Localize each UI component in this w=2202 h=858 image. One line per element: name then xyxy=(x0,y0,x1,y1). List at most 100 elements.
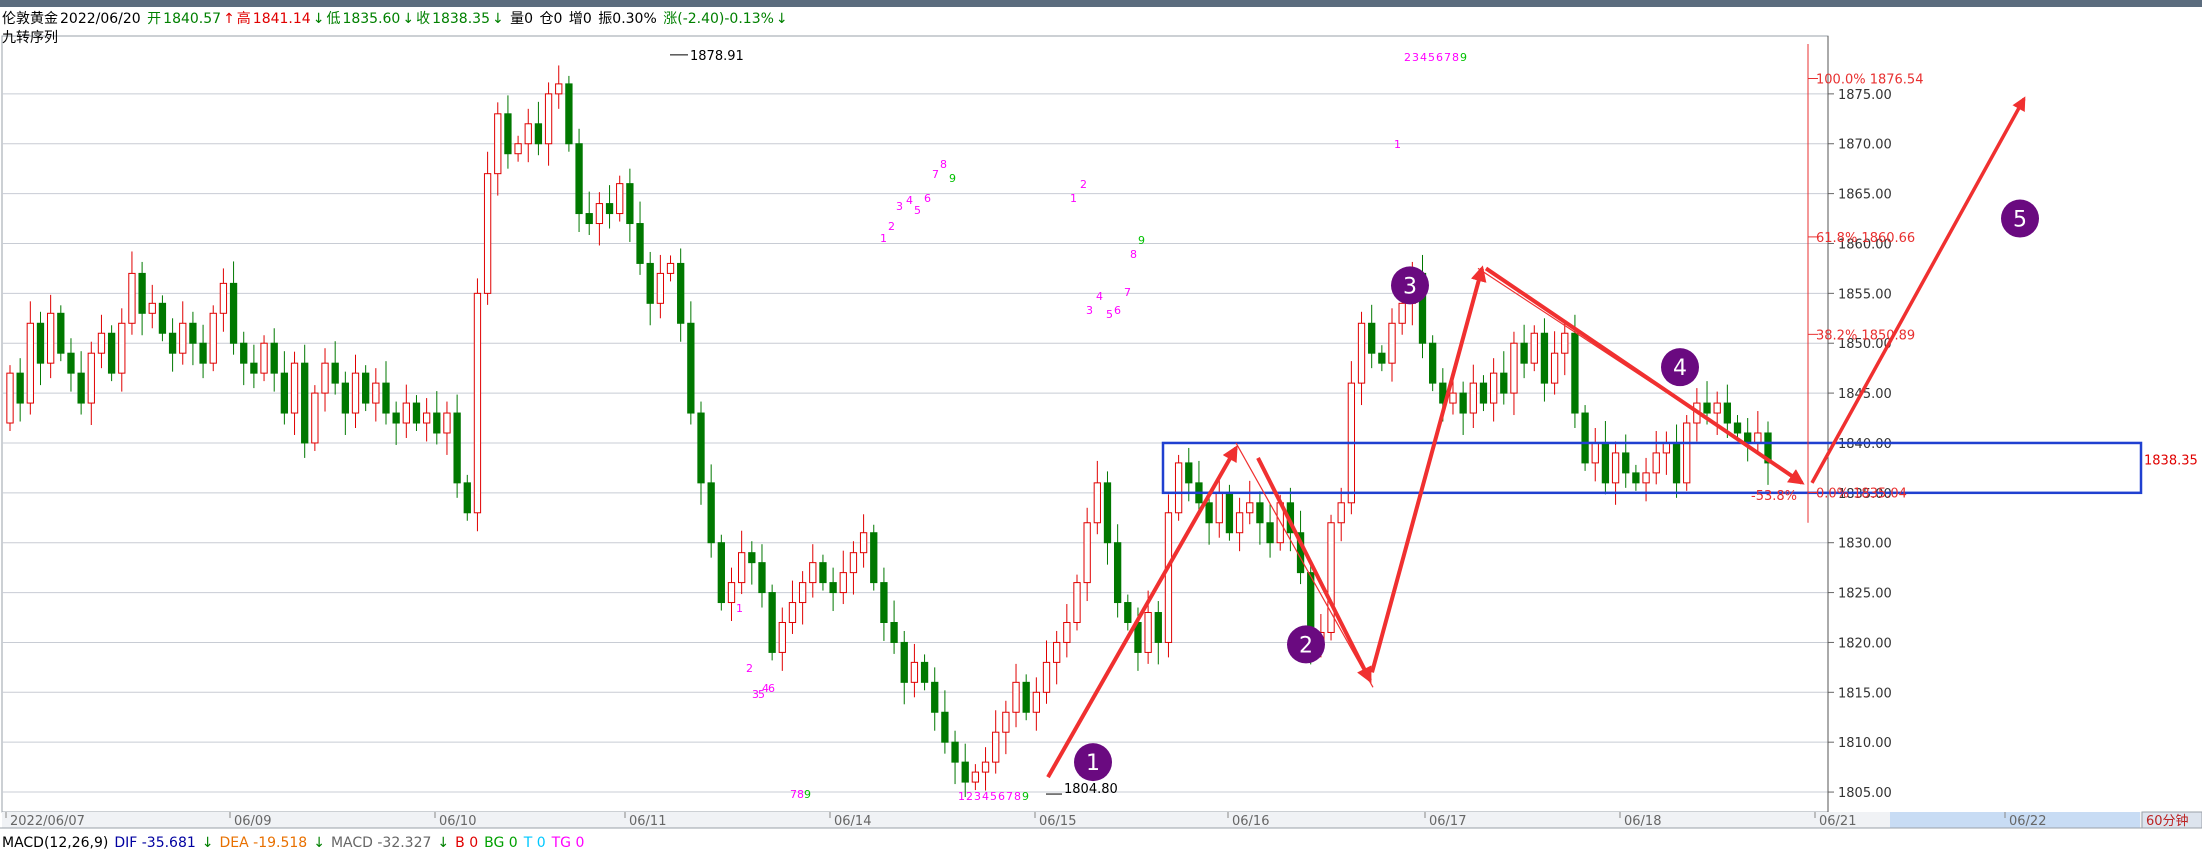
macd-dea-arrow: ↓ xyxy=(313,835,325,851)
y-tick-label: 1810.00 xyxy=(1838,736,1892,751)
candle-body xyxy=(636,223,644,264)
candle-body xyxy=(1429,342,1437,384)
candle-body xyxy=(138,272,146,314)
candle-body xyxy=(250,362,258,374)
candle-body xyxy=(311,392,319,444)
low-extreme-label: 1804.80 xyxy=(1064,782,1118,797)
candle-body xyxy=(107,332,116,374)
macd-panel-header[interactable]: MACD(12,26,9) DIF -35.681 ↓ DEA -19.518 ↓ MAC… xyxy=(2,835,590,851)
candle-body xyxy=(422,412,431,424)
candle-body xyxy=(1550,352,1559,384)
candle-body xyxy=(229,282,238,344)
candle-body xyxy=(1256,502,1264,524)
y-tick-label: 1875.00 xyxy=(1838,88,1892,103)
candle-body xyxy=(1479,382,1488,404)
td-sequence-digit: 7 xyxy=(1444,51,1451,64)
candle-body xyxy=(1754,432,1762,444)
candle-body xyxy=(565,83,573,145)
candle-body xyxy=(1337,502,1345,524)
candlestick-chart[interactable]: 1805.001810.001815.001820.001825.001830.… xyxy=(0,0,2202,858)
candle-body xyxy=(290,362,299,414)
candle-body xyxy=(1459,392,1467,414)
td-sequence-digit: 1 xyxy=(880,232,887,245)
candle-body xyxy=(798,582,807,604)
wave-label: 1 xyxy=(1086,751,1100,776)
td-sequence-digit: 3 xyxy=(974,790,981,803)
y-tick-label: 1805.00 xyxy=(1838,786,1892,801)
candle-body xyxy=(1144,612,1152,653)
candle-body xyxy=(1611,452,1620,484)
td-sequence-digit: 6 xyxy=(1114,304,1121,317)
candle-body xyxy=(1530,332,1538,364)
candle-body xyxy=(362,372,370,404)
candle-body xyxy=(321,362,329,394)
y-tick-label: 1855.00 xyxy=(1838,287,1892,302)
candle-body xyxy=(931,681,939,713)
y-tick-label: 1870.00 xyxy=(1838,138,1892,153)
td-sequence-digit: 8 xyxy=(1452,51,1459,64)
candle-body xyxy=(1642,472,1650,484)
candle-body xyxy=(1489,372,1498,404)
candle-body xyxy=(1662,442,1671,454)
candle-body xyxy=(280,372,289,414)
close-label: 收 xyxy=(416,11,431,27)
candle-body xyxy=(1103,482,1112,544)
candle-body xyxy=(158,302,167,334)
candle-body xyxy=(118,322,126,374)
candle-body xyxy=(870,532,878,584)
candle-body xyxy=(880,582,888,623)
candle-body xyxy=(199,342,207,364)
candle-body xyxy=(26,322,34,404)
quote-date: 2022/06/20 xyxy=(60,11,141,27)
candle-body xyxy=(1073,582,1081,623)
candle-body xyxy=(900,641,908,683)
macd-dea: DEA -19.518 xyxy=(219,835,308,851)
td-sequence-digit: 4 xyxy=(906,194,913,207)
td-sequence-digit: 2 xyxy=(1080,178,1087,191)
td-sequence-digit: 4 xyxy=(1096,290,1103,303)
candle-body xyxy=(555,83,563,95)
td-sequence-digit: 1 xyxy=(958,790,965,803)
td-sequence-digit: 9 xyxy=(949,172,956,185)
candle-body xyxy=(1703,402,1711,414)
macd-tg: TG 0 xyxy=(551,835,585,851)
macd-t: T 0 xyxy=(523,835,546,851)
candle-body xyxy=(1063,621,1071,643)
wave-label: 5 xyxy=(2013,208,2027,233)
current-price-label: 1838.35 xyxy=(2144,453,2198,468)
open-label: 开 xyxy=(147,11,162,27)
candle-body xyxy=(179,322,187,354)
high-arrow: ↓ xyxy=(312,11,325,27)
fib-level-label: 38.2% 1850.89 xyxy=(1816,328,1915,343)
candle-body xyxy=(1713,402,1721,414)
td-sequence-digit: 8 xyxy=(940,158,947,171)
y-tick-label: 1815.00 xyxy=(1838,686,1892,701)
macd-b: B 0 xyxy=(455,835,479,851)
td-sequence-digit: 5 xyxy=(1428,51,1435,64)
candle-body xyxy=(97,332,106,354)
candle-body xyxy=(1022,681,1030,713)
fib-level-label: 61.8% 1860.66 xyxy=(1816,231,1915,246)
candle-body xyxy=(605,203,614,215)
macd-value: MACD -32.327 xyxy=(330,835,432,851)
td-sequence-digit: 9 xyxy=(1022,790,1029,803)
candle-body xyxy=(1378,352,1386,364)
candle-body xyxy=(372,382,380,404)
candle-body xyxy=(1561,332,1569,354)
td-sequence-digit: 7 xyxy=(1124,286,1131,299)
td-sequence-digit: 2 xyxy=(746,662,753,675)
price-zone-box xyxy=(1161,441,2143,495)
candle-body xyxy=(1002,711,1010,733)
candle-body xyxy=(809,562,817,584)
candle-body xyxy=(1042,661,1051,693)
macd-dif: DIF -35.681 xyxy=(114,835,196,851)
low-label: 低 xyxy=(326,11,341,27)
x-tick-label: 06/16 xyxy=(1232,814,1269,829)
td-sequence-digit: 5 xyxy=(1106,308,1113,321)
candle-body xyxy=(1246,502,1254,514)
candle-body xyxy=(687,322,695,414)
x-tick-label: 06/22 xyxy=(2009,814,2046,829)
high-value: 1841.14 xyxy=(252,11,311,27)
y-tick-label: 1865.00 xyxy=(1838,188,1892,203)
candle-body xyxy=(514,143,522,155)
